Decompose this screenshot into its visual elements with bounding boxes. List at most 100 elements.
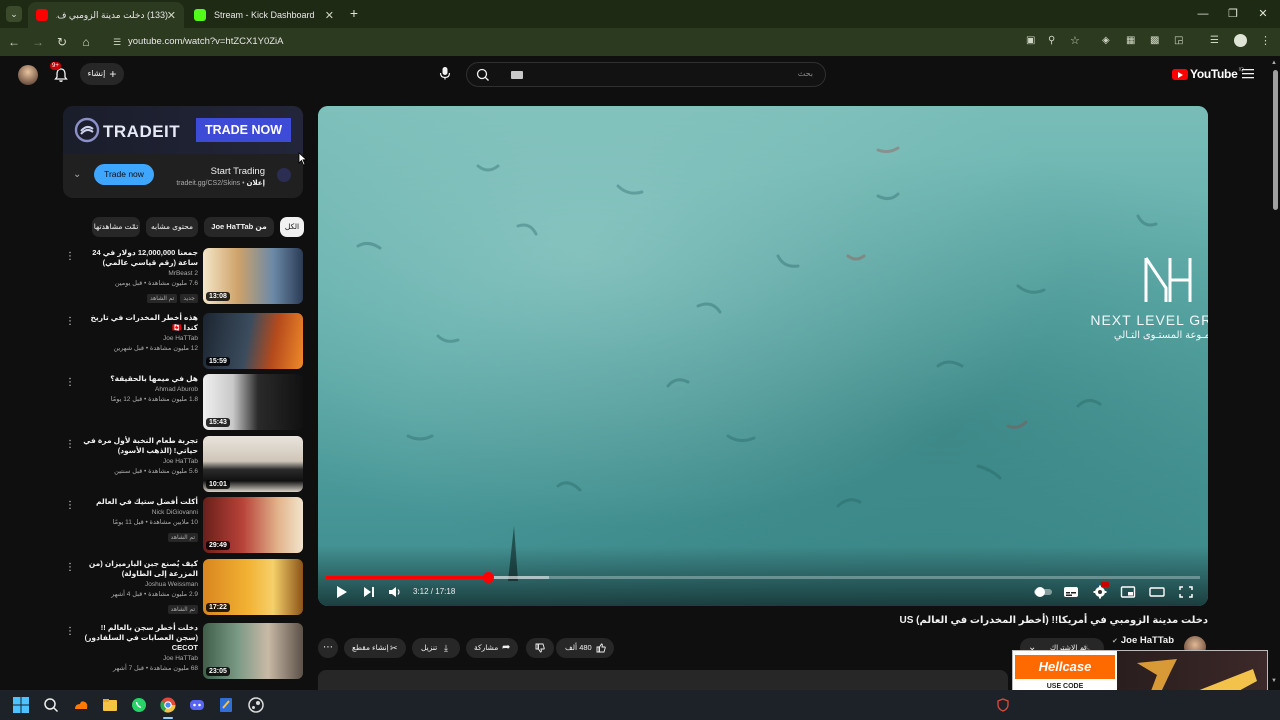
tab-close-icon[interactable]: ✕ xyxy=(167,9,176,22)
forward-icon[interactable]: → xyxy=(30,34,46,50)
search-input[interactable]: بحث xyxy=(798,69,813,78)
theater-mode-icon[interactable] xyxy=(1148,584,1166,600)
steam-icon[interactable] xyxy=(247,696,265,714)
browser-menu-icon[interactable]: ⋮ xyxy=(1260,34,1271,47)
channel-name[interactable]: Joe HaTTab xyxy=(1121,635,1174,646)
extension-icon[interactable]: ◈ xyxy=(1102,35,1110,46)
youtube-logo[interactable]: YouTube IQ xyxy=(1172,67,1244,81)
file-explorer-icon[interactable] xyxy=(101,696,119,714)
video-title[interactable]: أكلت أفضل ستيك في العالم xyxy=(78,497,198,507)
new-tab-icon[interactable]: + xyxy=(346,5,362,21)
autoplay-toggle[interactable] xyxy=(1032,584,1054,600)
more-options-icon[interactable]: ⋮ xyxy=(65,317,75,327)
extension-icon[interactable]: ▦ xyxy=(1126,35,1135,46)
video-title[interactable]: كيف يُصنع جبن البارميزان (من المزرعة إلى… xyxy=(78,559,198,579)
more-options-icon[interactable]: ⋮ xyxy=(65,563,75,573)
window-close-icon[interactable]: ✕ xyxy=(1248,4,1278,24)
create-button[interactable]: +إنشاء xyxy=(80,63,124,85)
notes-app-icon[interactable] xyxy=(217,696,235,714)
whatsapp-icon[interactable] xyxy=(130,696,148,714)
scrollbar-thumb[interactable] xyxy=(1273,70,1278,210)
chip-from-channel[interactable]: من Joe HaTTab xyxy=(204,217,274,237)
more-options-icon[interactable]: ⋮ xyxy=(65,252,75,262)
video-channel[interactable]: Joe HaTTab xyxy=(78,335,198,342)
tray-shield-icon[interactable] xyxy=(996,698,1010,712)
scroll-down-icon[interactable]: ▼ xyxy=(1271,678,1277,684)
share-button[interactable]: ➦ مشاركة xyxy=(466,638,518,658)
volume-icon[interactable] xyxy=(386,584,404,600)
download-button[interactable]: ⤓ تنزيل xyxy=(412,638,460,658)
account-avatar[interactable] xyxy=(18,65,38,85)
video-thumbnail[interactable]: 23:05 xyxy=(203,623,303,679)
video-channel[interactable]: Joshua Weissman xyxy=(78,581,198,588)
minimize-icon[interactable]: — xyxy=(1188,4,1218,24)
page-scrollbar[interactable]: ▲ ▼ xyxy=(1270,60,1280,690)
site-info-icon[interactable]: ☰ xyxy=(110,35,124,49)
windows-start-icon[interactable] xyxy=(12,696,30,714)
clip-button[interactable]: ✂ إنشاء مقطع xyxy=(344,638,406,658)
ad-banner[interactable]: TRADEIT TRADE NOW xyxy=(63,106,303,154)
trade-now-banner-button[interactable]: TRADE NOW xyxy=(196,118,291,142)
video-channel[interactable]: Joe HaTTab xyxy=(78,655,198,662)
guide-menu-icon[interactable] xyxy=(1242,68,1256,80)
extension-icon[interactable]: ▩ xyxy=(1150,35,1159,46)
video-thumbnail[interactable]: 29:49 xyxy=(203,497,303,553)
video-channel[interactable]: Joe HaTTab xyxy=(78,458,198,465)
reload-icon[interactable]: ↻ xyxy=(54,34,70,50)
scroll-up-icon[interactable]: ▲ xyxy=(1271,60,1277,66)
video-title[interactable]: دخلت أخطر سجن بالعالم !! (سجن العصابات ف… xyxy=(78,623,198,653)
related-video[interactable]: 13:08 جمعنا 12,000,000 دولار في 24 ساعة … xyxy=(63,248,304,306)
more-options-icon[interactable]: ⋮ xyxy=(65,378,75,388)
search-box[interactable]: بحث xyxy=(466,62,826,87)
search-icon[interactable] xyxy=(42,696,60,714)
extensions-puzzle-icon[interactable]: ◲ xyxy=(1174,35,1183,46)
settings-gear-icon[interactable] xyxy=(1091,582,1109,600)
related-video[interactable]: 15:43 هل في ميمها بالحقيقة؟ Ahmad Aburob… xyxy=(63,374,304,432)
channel-name-row[interactable]: ✔ Joe HaTTab xyxy=(1112,635,1174,646)
miniplayer-icon[interactable] xyxy=(1119,584,1137,600)
video-title[interactable]: تجربة طعام النخبة لأول مرة في حياتي! (ال… xyxy=(78,436,198,456)
next-video-icon[interactable] xyxy=(360,584,378,600)
notifications-bell-icon[interactable]: 9+ xyxy=(50,62,70,84)
more-options-icon[interactable]: ⋮ xyxy=(65,501,75,511)
subtitles-icon[interactable] xyxy=(1062,584,1080,600)
chevron-down-icon[interactable]: ⌄ xyxy=(73,169,81,180)
related-video[interactable]: 29:49 أكلت أفضل ستيك في العالم Nick DiGi… xyxy=(63,497,304,555)
video-thumbnail[interactable]: 15:43 xyxy=(203,374,303,430)
video-thumbnail[interactable]: 17:22 xyxy=(203,559,303,615)
video-title[interactable]: جمعنا 12,000,000 دولار في 24 ساعة (رقم ق… xyxy=(78,248,198,268)
back-icon[interactable]: ← xyxy=(6,34,22,50)
home-icon[interactable]: ⌂ xyxy=(78,34,94,50)
search-icon[interactable] xyxy=(475,67,491,83)
tab-list-button[interactable]: ⌄ xyxy=(6,6,22,22)
sponsored-ad-card[interactable]: TRADEIT TRADE NOW ⌄ Trade now Start Trad… xyxy=(63,106,303,198)
fullscreen-icon[interactable] xyxy=(1177,584,1195,600)
more-options-icon[interactable]: ⋮ xyxy=(65,440,75,450)
trade-now-button[interactable]: Trade now xyxy=(94,164,154,185)
video-channel[interactable]: Ahmad Aburob xyxy=(78,386,198,393)
related-video[interactable]: 10:01 تجربة طعام النخبة لأول مرة في حيات… xyxy=(63,436,304,494)
more-options-icon[interactable]: ⋮ xyxy=(65,627,75,637)
profile-avatar-icon[interactable] xyxy=(1234,34,1247,47)
tab-close-icon[interactable]: ✕ xyxy=(325,9,334,22)
related-video[interactable]: 15:59 هذه أخطر المخدرات في تاريخ كندا 🇨🇦… xyxy=(63,313,304,371)
description-panel[interactable] xyxy=(318,670,1008,690)
reading-list-icon[interactable]: ☰ xyxy=(1210,35,1219,46)
video-player[interactable]: NEXT LEVEL GROUP مجمـوعة المستـوى التـال… xyxy=(318,106,1208,606)
video-title[interactable]: هل في ميمها بالحقيقة؟ xyxy=(78,374,198,384)
like-button[interactable]: 480 ألف xyxy=(556,638,614,658)
video-thumbnail[interactable]: 10:01 xyxy=(203,436,303,492)
video-thumbnail[interactable]: 15:59 xyxy=(203,313,303,369)
cloud-app-icon[interactable] xyxy=(72,696,90,714)
video-thumbnail[interactable]: 13:08 xyxy=(203,248,303,304)
zoom-icon[interactable]: ⚲ xyxy=(1048,35,1055,46)
video-title[interactable]: هذه أخطر المخدرات في تاريخ كندا 🇨🇦 xyxy=(78,313,199,333)
browser-tab-youtube[interactable]: (133) دخلت مدينة الزومبي ف... ✕ xyxy=(28,2,184,28)
dislike-button[interactable] xyxy=(526,638,554,658)
more-actions-button[interactable]: ⋯ xyxy=(318,638,338,658)
play-icon[interactable] xyxy=(332,584,350,600)
install-icon[interactable]: ▣ xyxy=(1026,35,1035,46)
chrome-icon[interactable] xyxy=(159,696,177,719)
voice-search-mic-icon[interactable] xyxy=(434,62,456,84)
address-bar[interactable]: ☰ youtube.com/watch?v=htZCX1Y0ZiA ▣ ⚲ ☆ … xyxy=(106,31,1271,53)
